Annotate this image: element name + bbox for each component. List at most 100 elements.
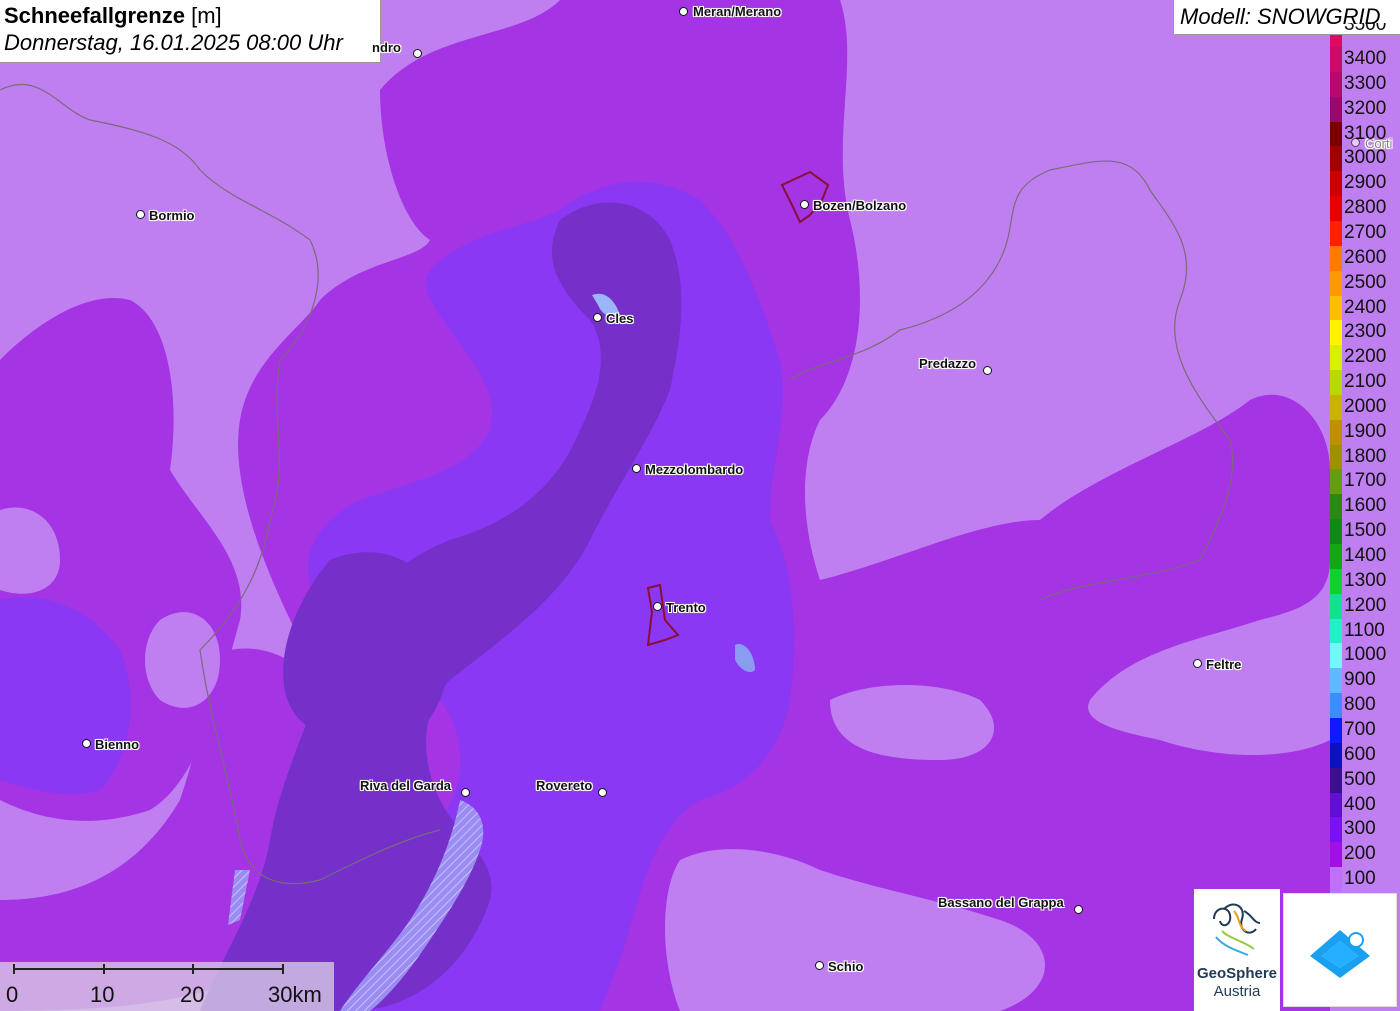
city-label: Cles bbox=[606, 311, 634, 326]
title-unit: [m] bbox=[191, 3, 222, 28]
city-label: Schio bbox=[828, 959, 864, 974]
legend-label: 2600 bbox=[1344, 246, 1387, 268]
legend-label: 1700 bbox=[1344, 470, 1387, 492]
city-marker bbox=[136, 210, 145, 219]
map-title-box: Schneefallgrenze [m] Donnerstag, 16.01.2… bbox=[0, 0, 381, 63]
scale-label-0: 0 bbox=[6, 982, 19, 1007]
legend-label: 300 bbox=[1344, 818, 1376, 840]
legend-swatch bbox=[1330, 717, 1342, 744]
city-marker bbox=[461, 788, 470, 797]
legend-swatch bbox=[1330, 394, 1342, 421]
legend-swatch bbox=[1330, 295, 1342, 321]
city-label: Trento bbox=[666, 600, 706, 615]
legend-label: 3300 bbox=[1344, 72, 1387, 94]
legend-swatch bbox=[1330, 792, 1342, 818]
legend-swatch bbox=[1330, 469, 1342, 495]
legend-label: 900 bbox=[1344, 669, 1376, 691]
city-label: Rovereto bbox=[536, 778, 593, 793]
city-label: Mezzolombardo bbox=[645, 462, 744, 477]
legend-swatch bbox=[1330, 370, 1342, 396]
city-marker bbox=[598, 788, 607, 797]
city-label: Predazzo bbox=[919, 356, 977, 371]
scale-bar: 0 10 20 30km bbox=[0, 962, 334, 1011]
legend-label: 2400 bbox=[1344, 296, 1387, 318]
legend-label: 1400 bbox=[1344, 545, 1387, 566]
legend-swatch bbox=[1330, 568, 1342, 595]
legend-label: 700 bbox=[1344, 718, 1376, 740]
city-marker bbox=[800, 200, 809, 209]
geosphere-austria-logo[interactable]: GeoSphere Austria bbox=[1194, 889, 1280, 1011]
city-marker bbox=[632, 464, 641, 473]
city-marker bbox=[413, 49, 422, 58]
legend-swatch bbox=[1330, 320, 1342, 346]
legend-label: 1000 bbox=[1344, 644, 1387, 666]
city-label: Meran/Merano bbox=[693, 4, 782, 19]
legend-label-top: 3500 bbox=[1344, 23, 1387, 35]
city-marker bbox=[593, 313, 602, 322]
city-label: Bassano del Grappa bbox=[938, 895, 1064, 910]
legend-label: 2500 bbox=[1344, 271, 1387, 293]
legend-swatch bbox=[1330, 444, 1342, 470]
page-title: Schneefallgrenze [m] bbox=[4, 3, 376, 29]
legend-label: 2300 bbox=[1344, 321, 1387, 343]
legend-swatch bbox=[1330, 643, 1342, 669]
scale-label-20: 20 bbox=[180, 982, 205, 1007]
legend-label: 1900 bbox=[1344, 420, 1387, 442]
city-label: Feltre bbox=[1206, 657, 1242, 672]
city-marker bbox=[1193, 659, 1202, 668]
legend-label: 3100 bbox=[1344, 122, 1387, 144]
city-label: Bozen/Bolzano bbox=[813, 198, 907, 213]
legend-swatch bbox=[1330, 693, 1342, 719]
legend-swatch bbox=[1330, 817, 1342, 843]
weather-app-icon bbox=[1310, 930, 1370, 978]
legend-label: 3200 bbox=[1344, 97, 1387, 119]
legend-label: 3000 bbox=[1344, 147, 1387, 169]
legend-swatch bbox=[1330, 270, 1342, 296]
legend-swatch bbox=[1330, 767, 1342, 793]
city-marker bbox=[983, 366, 992, 375]
city-marker bbox=[1074, 905, 1083, 914]
app-logo[interactable] bbox=[1283, 893, 1397, 1007]
zone-100-island-sw bbox=[145, 612, 220, 708]
geosphere-name: GeoSphere bbox=[1196, 965, 1278, 982]
legend-swatch bbox=[1330, 121, 1342, 147]
legend-label: 2100 bbox=[1344, 371, 1387, 393]
legend-swatch bbox=[1330, 742, 1342, 769]
forecast-datetime: Donnerstag, 16.01.2025 08:00 Uhr bbox=[4, 30, 343, 55]
scale-label-30km: 30km bbox=[268, 982, 322, 1007]
legend-label: 800 bbox=[1344, 694, 1376, 716]
legend-label: 2900 bbox=[1344, 172, 1387, 194]
legend-label: 500 bbox=[1344, 768, 1376, 790]
legend-swatch bbox=[1330, 668, 1342, 694]
legend-label: 400 bbox=[1344, 793, 1376, 815]
legend-swatch bbox=[1330, 867, 1342, 893]
legend-swatch bbox=[1330, 519, 1342, 545]
legend-label: 1800 bbox=[1344, 445, 1387, 467]
geosphere-emblem-icon bbox=[1213, 903, 1261, 956]
legend-label: 2800 bbox=[1344, 197, 1387, 219]
legend-label: 1500 bbox=[1344, 520, 1387, 542]
legend-label: 3400 bbox=[1344, 48, 1387, 69]
legend-label: 100 bbox=[1344, 868, 1376, 890]
legend-swatch bbox=[1330, 171, 1342, 197]
legend-swatch bbox=[1330, 842, 1342, 868]
legend-swatch bbox=[1330, 96, 1342, 123]
legend-swatch bbox=[1330, 544, 1342, 570]
legend-label: 1600 bbox=[1344, 495, 1387, 517]
scale-label-10: 10 bbox=[90, 982, 115, 1007]
city-label: ndro bbox=[372, 40, 401, 55]
legend-label: 1100 bbox=[1344, 619, 1385, 641]
city-marker bbox=[815, 961, 824, 970]
city-marker bbox=[679, 7, 688, 16]
legend-swatch bbox=[1330, 196, 1342, 222]
legend-swatch bbox=[1330, 71, 1342, 98]
legend-swatch bbox=[1330, 419, 1342, 446]
city-marker bbox=[82, 739, 91, 748]
title-bold: Schneefallgrenze bbox=[4, 3, 185, 28]
legend-swatch bbox=[1330, 618, 1342, 644]
legend-label: 2000 bbox=[1344, 395, 1387, 417]
snowfall-map[interactable] bbox=[0, 0, 1400, 1011]
city-marker bbox=[653, 602, 662, 611]
legend-label: 1300 bbox=[1344, 569, 1387, 591]
legend-label: 2700 bbox=[1344, 221, 1387, 243]
